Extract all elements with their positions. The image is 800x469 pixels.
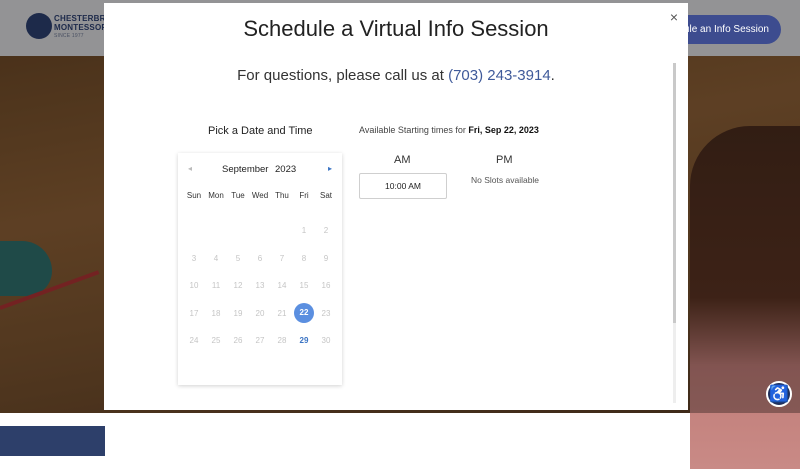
prev-month-icon[interactable]: ◂ [188, 164, 192, 173]
phone-line: For questions, please call us at (703) 2… [104, 67, 688, 84]
pm-heading: PM [496, 154, 513, 166]
calendar-day[interactable]: 5 [227, 254, 249, 263]
phone-link[interactable]: (703) 243-3914 [448, 67, 551, 84]
calendar-widget: ◂ September 2023 ▸ Sun Mon Tue Wed Thu F… [178, 153, 342, 385]
weekday-label: Fri [299, 191, 309, 200]
calendar-days: 1 2 3 4 5 6 7 8 9 10 11 12 13 14 15 16 17 18 19 20 21 22 23 24 2… [183, 217, 337, 355]
calendar-day[interactable]: 1 [293, 226, 315, 235]
selected-day[interactable]: 22 [294, 303, 314, 324]
calendar-day[interactable]: 17 [183, 309, 205, 318]
phone-suffix: . [550, 67, 555, 84]
am-heading: AM [394, 154, 411, 166]
calendar-day[interactable]: 29 [293, 336, 315, 345]
calendar-day[interactable]: 30 [315, 336, 337, 345]
modal-title: Schedule a Virtual Info Session [243, 16, 549, 41]
calendar-day[interactable]: 19 [227, 309, 249, 318]
calendar-week: 12 [183, 217, 337, 245]
calendar-day[interactable]: 7 [271, 254, 293, 263]
calendar-day[interactable]: 12 [227, 281, 249, 290]
weekday-label: Thu [275, 191, 289, 200]
month-label[interactable]: September [222, 164, 268, 175]
calendar-day[interactable]: 16 [315, 281, 337, 290]
calendar-week: 17 18 19 20 21 22 23 [183, 300, 337, 328]
calendar-day[interactable]: 18 [205, 309, 227, 318]
accessibility-icon[interactable]: ♿ [766, 381, 792, 407]
weekday-label: Wed [251, 191, 269, 200]
calendar-day[interactable]: 8 [293, 254, 315, 263]
scrollbar-thumb[interactable] [673, 63, 676, 323]
calendar-day[interactable]: 2 [315, 226, 337, 235]
calendar-day[interactable]: 20 [249, 309, 271, 318]
phone-prefix: For questions, please call us at [237, 67, 449, 84]
time-slot-button[interactable]: 10:00 AM [359, 173, 447, 199]
next-month-icon[interactable]: ▸ [328, 164, 332, 173]
weekday-label: Tue [231, 191, 245, 200]
calendar-day[interactable]: 22 [293, 303, 315, 324]
calendar-day[interactable]: 10 [183, 281, 205, 290]
weekday-label: Sat [319, 191, 332, 200]
calendar-week: 3456789 [183, 245, 337, 273]
calendar-day[interactable]: 28 [271, 336, 293, 345]
calendar-day[interactable]: 15 [293, 281, 315, 290]
calendar-header: ◂ September 2023 ▸ [178, 164, 342, 178]
calendar-week: 24 25 26 27 28 29 30 [183, 327, 337, 355]
available-times-prefix: Available Starting times for [359, 125, 469, 135]
calendar-day[interactable]: 14 [271, 281, 293, 290]
available-times-label: Available Starting times for Fri, Sep 22… [359, 125, 539, 135]
year-label[interactable]: 2023 [275, 164, 296, 175]
photo-rug [0, 426, 105, 456]
calendar-day[interactable]: 27 [249, 336, 271, 345]
calendar-day[interactable]: 13 [249, 281, 271, 290]
selected-date: Fri, Sep 22, 2023 [468, 125, 539, 135]
weekday-row: Sun Mon Tue Wed Thu Fri Sat [183, 191, 337, 200]
calendar-day[interactable]: 6 [249, 254, 271, 263]
calendar-day[interactable]: 3 [183, 254, 205, 263]
calendar-heading: Pick a Date and Time [208, 125, 313, 137]
calendar-day[interactable]: 25 [205, 336, 227, 345]
pm-no-slots: No Slots available [471, 175, 540, 185]
schedule-modal: × Schedule a Virtual Info Session For qu… [104, 3, 688, 410]
calendar-day[interactable]: 21 [271, 309, 293, 318]
weekday-label: Sun [186, 191, 202, 200]
calendar-day[interactable]: 9 [315, 254, 337, 263]
calendar-day[interactable]: 26 [227, 336, 249, 345]
calendar-week: 10 11 12 13 14 15 16 [183, 272, 337, 300]
calendar-day[interactable]: 11 [205, 281, 227, 290]
calendar-day[interactable]: 4 [205, 254, 227, 263]
calendar-day[interactable]: 24 [183, 336, 205, 345]
calendar-day[interactable]: 23 [315, 309, 337, 318]
weekday-label: Mon [208, 191, 224, 200]
